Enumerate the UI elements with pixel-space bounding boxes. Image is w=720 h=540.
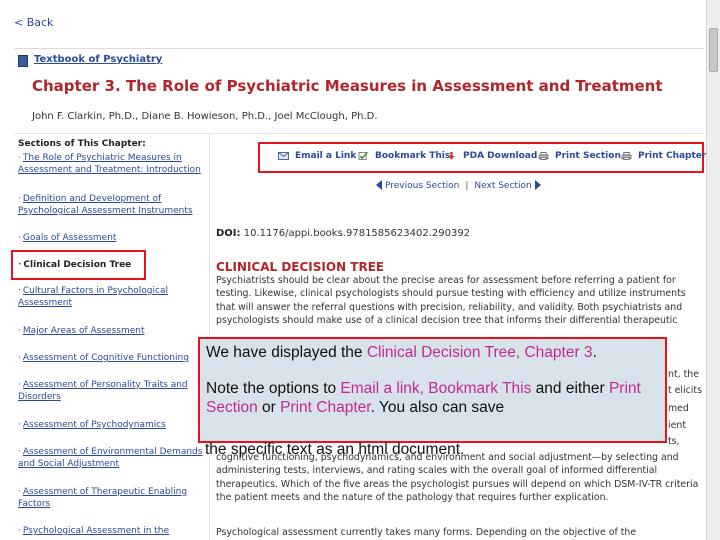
sidebar-item-label: Assessment of Psychodynamics (22, 420, 166, 430)
pda-download-button[interactable]: PDA Download (446, 151, 537, 161)
callout-text: We have displayed the (206, 344, 367, 361)
paragraph-fragment-4: ient (668, 420, 686, 431)
print-section-button[interactable]: Print Section (538, 151, 621, 161)
sidebar-item-cultural-factors[interactable]: · Cultural Factors in Psychological Asses… (18, 285, 206, 309)
paragraph-3: Psychological assessment currently takes… (216, 527, 637, 538)
callout-paragraph-1: We have displayed the Clinical Decision … (206, 343, 659, 362)
authors: John F. Clarkin, Ph.D., Diane B. Howieso… (32, 111, 378, 122)
sidebar-item-label: Definition and Development of Psychologi… (18, 194, 193, 216)
paragraph-fragment-1: nt, the (668, 369, 699, 380)
print-chapter-button[interactable]: Print Chapter (621, 151, 706, 161)
next-section-label: Next Section (474, 180, 532, 191)
top-bar: < Back (0, 0, 706, 46)
doi-line: DOI: 10.1176/appi.books.9781585623402.29… (216, 228, 470, 239)
callout-text: Note the options to (206, 380, 341, 397)
sidebar-item-label: Assessment of Personality Traits and Dis… (18, 380, 188, 402)
envelope-icon (278, 151, 289, 160)
back-link[interactable]: < Back (14, 16, 53, 29)
callout-highlight-text: Clinical Decision Tree, Chapter 3 (366, 344, 593, 361)
sidebar-item-goals[interactable]: · Goals of Assessment (18, 232, 206, 244)
sidebar-item-label: Assessment of Cognitive Functioning (22, 353, 189, 363)
sidebar-item-label: Assessment of Therapeutic Enabling Facto… (18, 487, 188, 509)
previous-section-label: Previous Section (385, 180, 460, 191)
sidebar-item-label: Cultural Factors in Psychological Assess… (18, 286, 168, 308)
printer-icon (621, 151, 632, 160)
callout-text: . (592, 344, 597, 361)
checkmark-icon (358, 151, 369, 160)
sidebar-item-personality[interactable]: · Assessment of Personality Traits and Di… (18, 379, 206, 403)
annotation-callout: We have displayed the Clinical Decision … (198, 337, 667, 443)
sidebar-item-introduction[interactable]: · The Role of Psychiatric Measures in Ass… (18, 152, 206, 176)
section-title: CLINICAL DECISION TREE (216, 260, 385, 274)
sidebar-heading: Sections of This Chapter: (18, 139, 146, 149)
sidebar-item-therapeutic[interactable]: · Assessment of Therapeutic Enabling Fact… (18, 486, 206, 510)
sidebar-item-environmental[interactable]: · Assessment of Environmental Demands and… (18, 446, 206, 470)
print-chapter-label: Print Chapter (638, 151, 707, 161)
email-link-button[interactable]: Email a Link (278, 151, 356, 161)
callout-overflow-text: the specific text as an html document. (205, 441, 465, 458)
email-link-label: Email a Link (295, 151, 357, 161)
sidebar-item-label: Goals of Assessment (22, 233, 117, 243)
doi-label: DOI: (216, 228, 241, 239)
vertical-scrollbar[interactable] (706, 0, 720, 540)
arrow-left-icon (376, 180, 382, 190)
print-section-label: Print Section (555, 151, 621, 161)
paragraph-2: cognitive functioning, psychodynamics, a… (216, 452, 699, 504)
previous-section-link[interactable]: Previous Section (376, 180, 460, 191)
paragraph-fragment-2: t elicits (668, 385, 702, 396)
printer-icon (538, 151, 549, 160)
doi-value: 10.1176/appi.books.9781585623402.290392 (243, 228, 471, 239)
sidebar-item-label: Assessment of Environmental Demands and … (18, 447, 203, 469)
book-title-link[interactable]: Textbook of Psychiatry (34, 54, 162, 65)
paragraph-1: Psychiatrists should be clear about the … (216, 275, 686, 327)
sidebar-item-psych-assessment[interactable]: · Psychological Assessment in the (18, 525, 206, 537)
pager-separator: | (465, 180, 469, 191)
sidebar-item-label: Psychological Assessment in the (22, 526, 170, 536)
bookmark-button[interactable]: Bookmark This (358, 151, 450, 161)
paragraph-fragment-3: med (668, 403, 689, 414)
callout-text: . You also can save (370, 399, 505, 416)
book-icon (18, 55, 28, 67)
sidebar-item-cognitive[interactable]: · Assessment of Cognitive Functioning (18, 352, 206, 364)
callout-text: or (257, 399, 281, 416)
bookmark-label: Bookmark This (375, 151, 451, 161)
callout-paragraph-2: Note the options to Email a link, Bookma… (206, 379, 659, 417)
next-section-link[interactable]: Next Section (474, 180, 541, 191)
callout-text: and either (531, 380, 609, 397)
sidebar-item-definition[interactable]: · Definition and Development of Psycholog… (18, 193, 206, 217)
chapter-title: Chapter 3. The Role of Psychiatric Measu… (32, 77, 663, 95)
sidebar-item-label: The Role of Psychiatric Measures in Asse… (18, 153, 201, 175)
arrow-right-icon (534, 180, 541, 190)
section-pager: Previous Section | Next Section (376, 180, 541, 192)
scrollbar-thumb[interactable] (709, 28, 718, 72)
callout-highlight-text: Email a link, Bookmark This (340, 380, 532, 397)
chapter-sections-sidebar: Sections of This Chapter: · The Role of P… (14, 133, 210, 540)
pda-download-label: PDA Download (463, 151, 538, 161)
callout-highlight-text: Print Chapter (280, 399, 371, 416)
paragraph-fragment-5: ts, (668, 436, 680, 447)
sidebar-item-major-areas[interactable]: · Major Areas of Assessment (18, 325, 206, 337)
download-arrow-icon (448, 151, 455, 160)
sidebar-item-label: Major Areas of Assessment (22, 326, 145, 336)
sidebar-item-psychodynamics[interactable]: · Assessment of Psychodynamics (18, 419, 206, 431)
page-header: Textbook of Psychiatry Chapter 3. The Ro… (14, 48, 704, 130)
clinical-decision-tree-highlight (11, 250, 146, 280)
